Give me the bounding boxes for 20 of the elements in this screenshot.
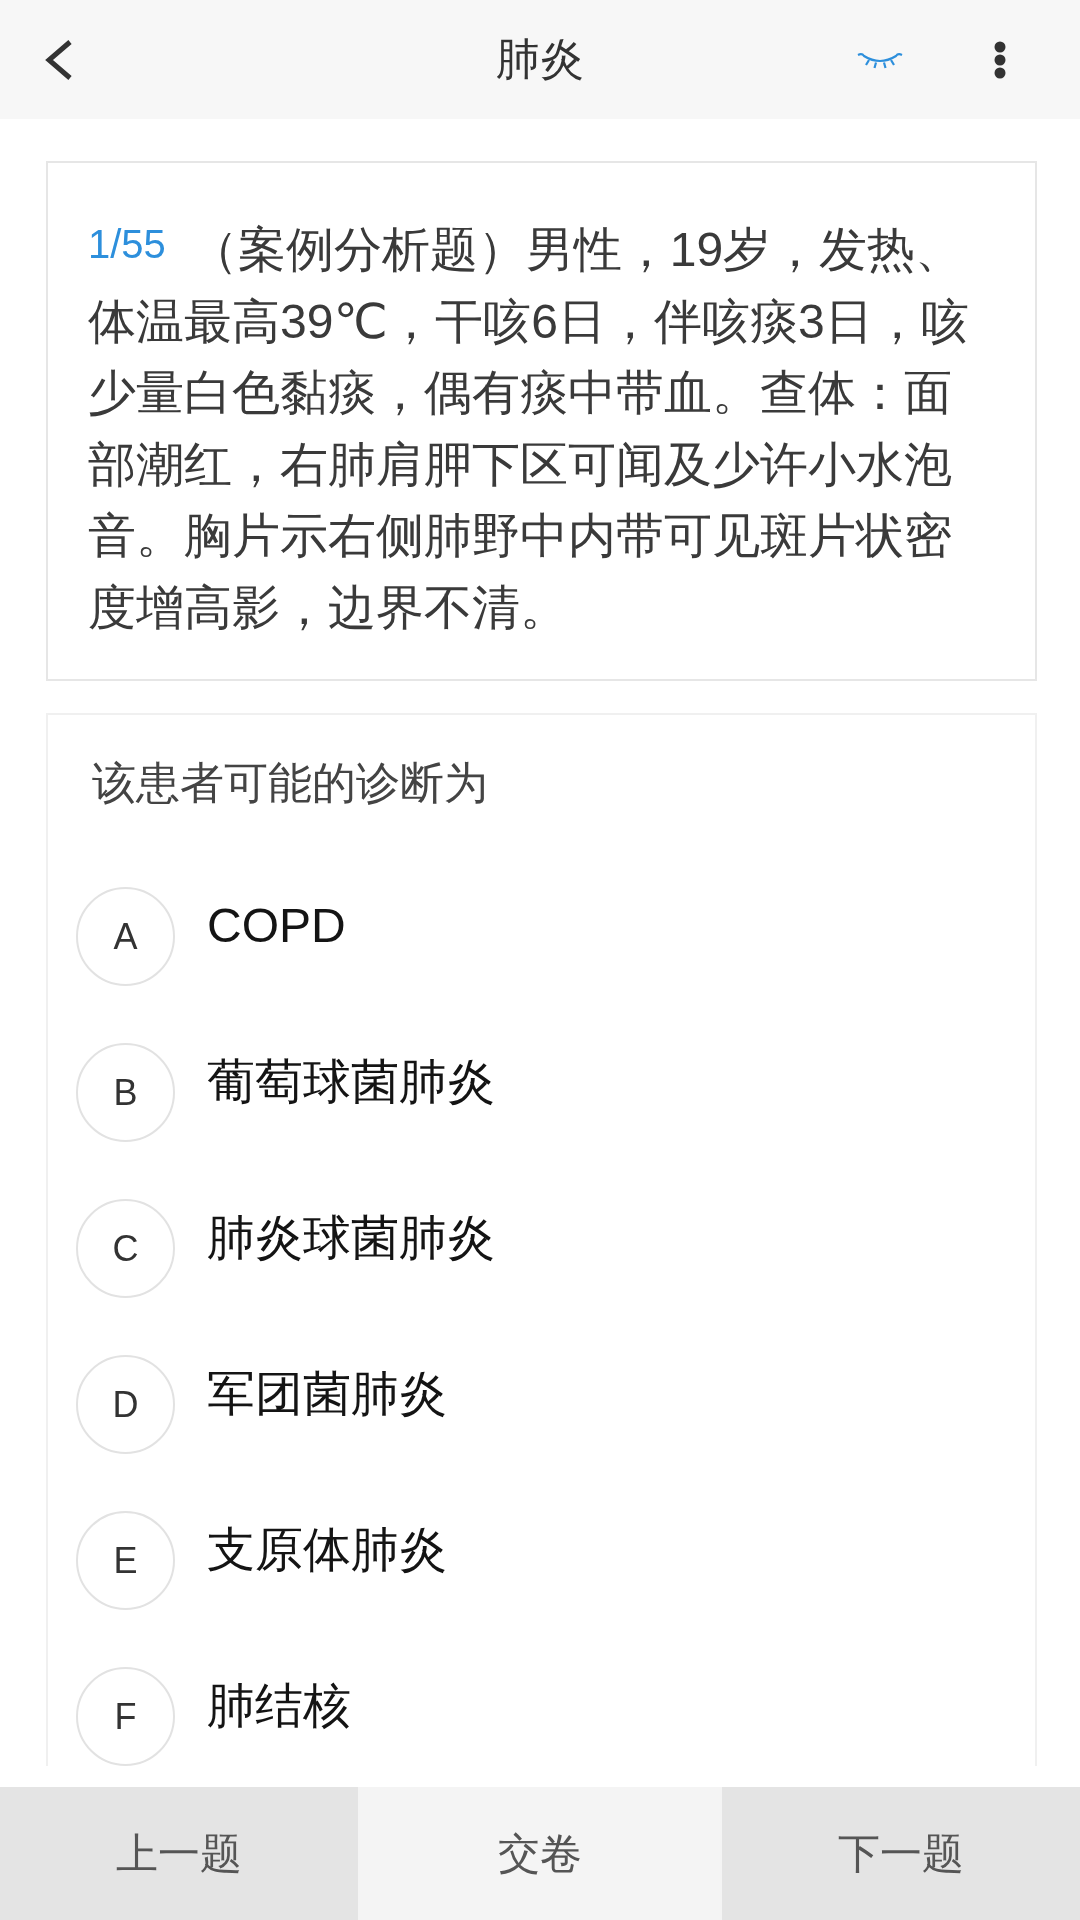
option-letter-button[interactable]: A (76, 887, 175, 986)
option-letter-button[interactable]: C (76, 1199, 175, 1298)
option-letter-button[interactable]: E (76, 1511, 175, 1610)
more-icon (994, 40, 1006, 79)
question-prompt: 该患者可能的诊断为 (92, 757, 488, 809)
option-text[interactable]: 肺结核 (207, 1675, 351, 1736)
option-text[interactable]: 肺炎球菌肺炎 (207, 1207, 495, 1268)
option-text[interactable]: COPD (207, 895, 346, 956)
submit-button[interactable]: 交卷 (358, 1787, 722, 1920)
nav-button[interactable]: 下一题 (722, 1787, 1080, 1920)
option-text[interactable]: 军团菌肺炎 (207, 1363, 447, 1424)
option-text[interactable]: 葡萄球菌肺炎 (207, 1051, 495, 1112)
question-text: $^{1/55}$ （案例分析题）男性，19岁，发热、体温最高39℃，干咳6日，伴咳痰3日，咳少量白色黏痰，偶有痰中带血。查体：面部潮红，右肺肩胛下区可闻及少许小水泡音。胸片示右侧肺野中内带可见斑片状密度增高影，边界不清。 (88, 221, 970, 636)
option-letter-button[interactable]: B (76, 1043, 175, 1142)
option-letter-button[interactable]: F (76, 1667, 175, 1766)
more-button[interactable] (994, 40, 1006, 79)
nav-button[interactable]: 上一题 (0, 1787, 358, 1920)
option-text[interactable]: 支原体肺炎 (207, 1519, 447, 1580)
option-letter-button[interactable]: D (76, 1355, 175, 1454)
page-title: 肺炎 (496, 33, 584, 85)
